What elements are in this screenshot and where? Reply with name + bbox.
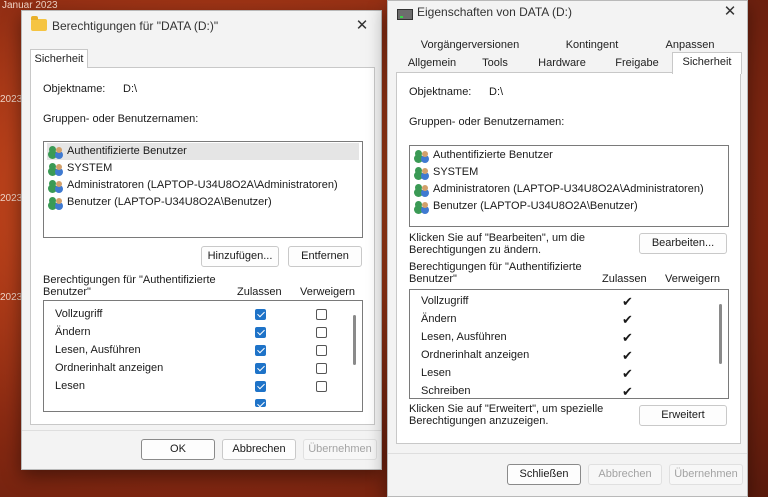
allow-checkbox[interactable] [255, 309, 266, 320]
list-item[interactable]: Authentifizierte Benutzer [47, 143, 359, 160]
list-item[interactable]: Administratoren (LAPTOP-U34U8O2A\Adminis… [47, 177, 359, 194]
check-icon: ✔ [622, 366, 633, 381]
users-icon [49, 162, 64, 175]
permission-name: Schreiben [421, 385, 471, 397]
close-button[interactable]: Schließen [507, 464, 581, 485]
tab-allgemein[interactable]: Allgemein [396, 54, 468, 72]
permissions-dialog: Berechtigungen für "DATA (D:)" ✕ Sicherh… [21, 10, 382, 470]
deny-checkbox[interactable] [316, 345, 327, 356]
users-icon [415, 149, 430, 162]
list-item[interactable]: Benutzer (LAPTOP-U34U8O2A\Benutzer) [47, 194, 359, 211]
add-button[interactable]: Hinzufügen... [201, 246, 279, 267]
deny-checkbox[interactable] [316, 363, 327, 374]
edit-button[interactable]: Bearbeiten... [639, 233, 727, 254]
allow-checkbox[interactable] [255, 399, 266, 407]
dialog-title: Berechtigungen für "DATA (D:)" [52, 19, 219, 33]
object-name-label: Objektname: [409, 86, 472, 98]
users-icon [415, 183, 430, 196]
permission-name: Ändern [421, 313, 457, 325]
apply-button[interactable]: Übernehmen [669, 464, 743, 485]
tab-tools[interactable]: Tools [468, 54, 522, 72]
check-icon: ✔ [622, 312, 633, 327]
user-list[interactable]: Authentifizierte Benutzer SYSTEM Adminis… [43, 141, 363, 238]
cancel-button[interactable]: Abbrechen [222, 439, 296, 460]
permission-name: Vollzugriff [421, 295, 469, 307]
permissions-list[interactable]: Vollzugriff ✔ Ändern ✔ Lesen, Ausführen … [409, 289, 729, 399]
close-icon[interactable]: ✕ [717, 1, 743, 23]
permission-name: Lesen [55, 380, 85, 392]
permission-name: Ordnerinhalt anzeigen [421, 349, 530, 361]
permission-name: Lesen [421, 367, 451, 379]
close-icon[interactable]: ✕ [349, 15, 375, 37]
check-icon: ✔ [622, 330, 633, 345]
check-icon: ✔ [622, 348, 633, 363]
permissions-label: Berechtigungen für "Authentifizierte Ben… [43, 274, 216, 298]
allow-header: Zulassen [602, 273, 647, 285]
deny-header: Verweigern [300, 286, 356, 298]
users-icon [415, 200, 430, 213]
advanced-button[interactable]: Erweitert [639, 405, 727, 426]
cancel-button[interactable]: Abbrechen [588, 464, 662, 485]
deny-checkbox[interactable] [316, 381, 327, 392]
deny-checkbox[interactable] [316, 327, 327, 338]
users-icon [49, 145, 64, 158]
permission-name: Vollzugriff [55, 308, 103, 320]
security-panel: Objektname: D:\ Gruppen- oder Benutzerna… [30, 67, 375, 425]
tab-kontingent[interactable]: Kontingent [544, 36, 640, 54]
tab-hardware[interactable]: Hardware [522, 54, 602, 72]
tab-vorgaengerversionen[interactable]: Vorgängerversionen [396, 36, 544, 54]
allow-header: Zulassen [237, 286, 282, 298]
object-name-value: D:\ [123, 83, 138, 95]
allow-checkbox[interactable] [255, 363, 266, 374]
tab-sicherheit[interactable]: Sicherheit [30, 49, 88, 68]
tab-freigabe[interactable]: Freigabe [602, 54, 672, 72]
permission-name: Lesen, Ausführen [421, 331, 507, 343]
users-icon [415, 166, 430, 179]
permission-name: Ordnerinhalt anzeigen [55, 362, 164, 374]
desktop-text-fragment: 2023 [0, 193, 23, 204]
check-icon: ✔ [622, 294, 633, 309]
ok-button[interactable]: OK [141, 439, 215, 460]
dialog-title: Eigenschaften von DATA (D:) [417, 5, 572, 19]
desktop-text-fragment: 2023 [0, 292, 23, 303]
advanced-hint: Klicken Sie auf "Erweitert", um speziell… [409, 403, 604, 427]
scrollbar[interactable] [719, 304, 722, 364]
permissions-titlebar[interactable]: Berechtigungen für "DATA (D:)" ✕ [22, 11, 381, 41]
properties-dialog: Eigenschaften von DATA (D:) ✕ Vorgängerv… [387, 0, 748, 497]
security-panel: Objektname: D:\ Gruppen- oder Benutzerna… [396, 72, 741, 444]
apply-button[interactable]: Übernehmen [303, 439, 377, 460]
group-list-label: Gruppen- oder Benutzernamen: [409, 116, 565, 128]
desktop-text-fragment: 2023 [0, 94, 23, 105]
allow-checkbox[interactable] [255, 381, 266, 392]
list-item[interactable]: SYSTEM [413, 164, 725, 181]
object-name-value: D:\ [489, 86, 504, 98]
group-list-label: Gruppen- oder Benutzernamen: [43, 113, 199, 125]
permission-name: Ändern [55, 326, 91, 338]
object-name-label: Objektname: [43, 83, 106, 95]
users-icon [49, 179, 64, 192]
remove-button[interactable]: Entfernen [288, 246, 362, 267]
list-item[interactable]: Administratoren (LAPTOP-U34U8O2A\Adminis… [413, 181, 725, 198]
dialog-footer: OK Abbrechen Übernehmen [22, 430, 381, 469]
user-list[interactable]: Authentifizierte Benutzer SYSTEM Adminis… [409, 145, 729, 227]
deny-header: Verweigern [665, 273, 721, 285]
permissions-list[interactable]: Vollzugriff Ändern Lesen, Ausführen Ordn… [43, 300, 363, 412]
drive-icon [397, 9, 413, 20]
allow-checkbox[interactable] [255, 345, 266, 356]
folder-icon [31, 16, 47, 31]
users-icon [49, 196, 64, 209]
properties-titlebar[interactable]: Eigenschaften von DATA (D:) ✕ [388, 1, 747, 31]
permissions-label: Berechtigungen für "Authentifizierte Ben… [409, 261, 582, 285]
edit-hint: Klicken Sie auf "Bearbeiten", um die Ber… [409, 232, 585, 256]
list-item[interactable]: Benutzer (LAPTOP-U34U8O2A\Benutzer) [413, 198, 725, 215]
list-item[interactable]: Authentifizierte Benutzer [413, 147, 725, 164]
allow-checkbox[interactable] [255, 327, 266, 338]
tab-sicherheit[interactable]: Sicherheit [672, 52, 742, 74]
deny-checkbox[interactable] [316, 309, 327, 320]
dialog-footer: Schließen Abbrechen Übernehmen [388, 453, 747, 496]
check-icon: ✔ [622, 384, 633, 399]
permission-name: Lesen, Ausführen [55, 344, 141, 356]
scrollbar[interactable] [353, 315, 356, 365]
list-item[interactable]: SYSTEM [47, 160, 359, 177]
